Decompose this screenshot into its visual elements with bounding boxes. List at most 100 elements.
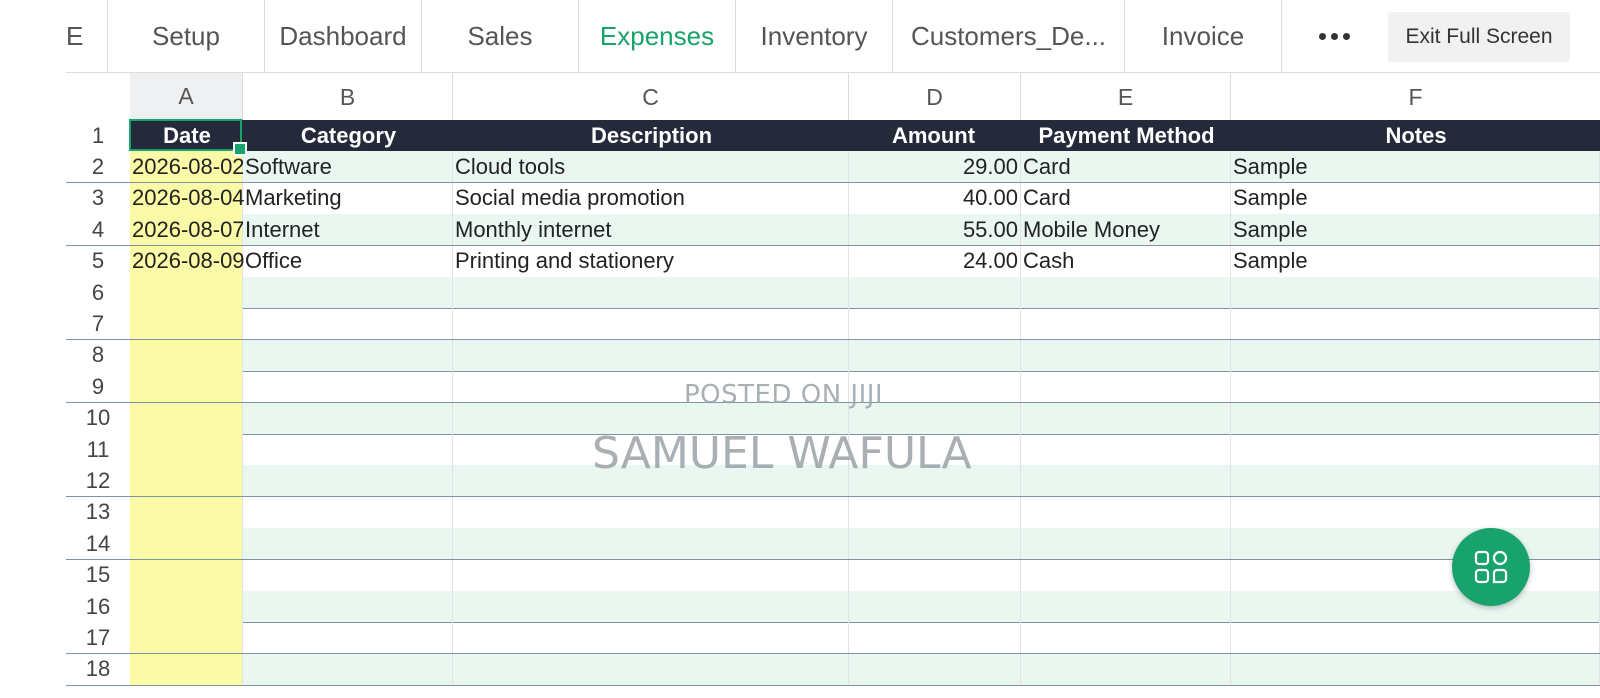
row-number[interactable]: 13 [66, 496, 131, 528]
cell[interactable] [453, 496, 849, 528]
cell[interactable] [130, 622, 243, 654]
cell[interactable]: Card [1021, 182, 1231, 214]
cell[interactable]: Marketing [243, 182, 453, 214]
cell[interactable] [1231, 277, 1600, 308]
cell[interactable] [849, 653, 1021, 685]
cell[interactable] [1231, 559, 1600, 591]
cell[interactable]: 2026-08-07 [130, 214, 245, 246]
cell[interactable]: Office [243, 245, 453, 277]
apps-grid-icon[interactable] [1452, 528, 1530, 606]
cell[interactable] [849, 308, 1021, 340]
cell[interactable] [243, 371, 453, 403]
tab-customers[interactable]: Customers_De... [893, 0, 1125, 72]
cell[interactable] [453, 653, 849, 685]
cell[interactable] [1021, 559, 1231, 591]
cell[interactable] [849, 559, 1021, 591]
cell[interactable] [243, 653, 453, 685]
cell[interactable] [1021, 308, 1231, 340]
tab-partial[interactable]: E [66, 0, 108, 72]
row-number[interactable]: 17 [66, 622, 131, 654]
row-number[interactable]: 11 [66, 434, 131, 465]
cell[interactable] [243, 402, 453, 434]
cell[interactable] [130, 371, 243, 403]
cell[interactable] [1231, 402, 1600, 434]
cell[interactable] [453, 622, 849, 654]
row-number[interactable]: 7 [66, 308, 131, 340]
column-header-e[interactable]: E [1021, 73, 1231, 121]
cell[interactable] [1231, 653, 1600, 685]
row-number[interactable]: 1 [66, 120, 131, 151]
header-cell[interactable]: Category [243, 120, 453, 151]
cell[interactable] [453, 559, 849, 591]
cell[interactable] [1021, 371, 1231, 403]
cell[interactable] [849, 591, 1021, 622]
cell[interactable] [1021, 339, 1231, 371]
cell[interactable] [1021, 402, 1231, 434]
tab-sales[interactable]: Sales [422, 0, 579, 72]
cell[interactable] [243, 591, 453, 622]
cell[interactable]: 2026-08-04 [130, 182, 245, 214]
cell[interactable] [130, 559, 243, 591]
cell[interactable]: 29.00 [849, 151, 1021, 183]
row-number[interactable]: 10 [66, 402, 131, 434]
cell[interactable] [130, 528, 243, 560]
cell[interactable] [849, 528, 1021, 560]
cell[interactable] [1021, 277, 1231, 308]
header-cell[interactable]: Description [453, 120, 849, 151]
cell[interactable]: 40.00 [849, 182, 1021, 214]
column-header-d[interactable]: D [849, 73, 1021, 121]
cell[interactable] [849, 339, 1021, 371]
cell[interactable] [243, 622, 453, 654]
row-number[interactable]: 14 [66, 528, 131, 560]
column-header-c[interactable]: C [453, 73, 849, 121]
tab-setup[interactable]: Setup [108, 0, 265, 72]
cell[interactable] [453, 308, 849, 340]
cell[interactable]: Cash [1021, 245, 1231, 277]
cell[interactable] [1231, 528, 1600, 560]
cell[interactable] [849, 277, 1021, 308]
cell[interactable]: Monthly internet [453, 214, 849, 246]
header-cell[interactable]: Date [130, 120, 243, 151]
cell[interactable] [849, 622, 1021, 654]
cell[interactable] [1021, 528, 1231, 560]
cell[interactable]: 24.00 [849, 245, 1021, 277]
row-number[interactable]: 9 [66, 371, 131, 403]
cell[interactable] [243, 559, 453, 591]
cell[interactable] [243, 465, 453, 497]
cell[interactable] [1021, 434, 1231, 465]
cell[interactable] [1231, 496, 1600, 528]
cell[interactable]: Sample [1231, 182, 1600, 214]
row-number[interactable]: 5 [66, 245, 131, 277]
cell[interactable] [243, 308, 453, 340]
cell[interactable] [243, 496, 453, 528]
row-number[interactable]: 2 [66, 151, 131, 183]
fill-handle[interactable] [233, 142, 247, 156]
tab-expenses[interactable]: Expenses [579, 0, 736, 72]
column-header-b[interactable]: B [243, 73, 453, 121]
tab-dashboard[interactable]: Dashboard [265, 0, 422, 72]
cell[interactable]: 2026-08-09 [130, 245, 245, 277]
cell[interactable] [453, 339, 849, 371]
cell[interactable]: Sample [1231, 151, 1600, 183]
cell[interactable] [130, 496, 243, 528]
cell[interactable]: Printing and stationery [453, 245, 849, 277]
cell[interactable] [130, 465, 243, 497]
cell[interactable] [130, 591, 243, 622]
cell[interactable] [1231, 622, 1600, 654]
column-header-a[interactable]: A [130, 73, 243, 121]
cell[interactable] [1231, 434, 1600, 465]
cell[interactable]: Mobile Money [1021, 214, 1231, 246]
cell[interactable] [453, 528, 849, 560]
cell[interactable]: 2026-08-02 [130, 151, 245, 183]
cell[interactable] [243, 277, 453, 308]
row-number[interactable]: 4 [66, 214, 131, 246]
cell[interactable]: Card [1021, 151, 1231, 183]
cell[interactable] [243, 339, 453, 371]
cell[interactable] [130, 402, 243, 434]
tab-invoice[interactable]: Invoice [1125, 0, 1282, 72]
cell[interactable] [453, 591, 849, 622]
exit-full-screen-button[interactable]: Exit Full Screen [1388, 12, 1570, 62]
column-header-f[interactable]: F [1231, 73, 1600, 121]
cell[interactable] [849, 496, 1021, 528]
cell[interactable] [243, 434, 453, 465]
